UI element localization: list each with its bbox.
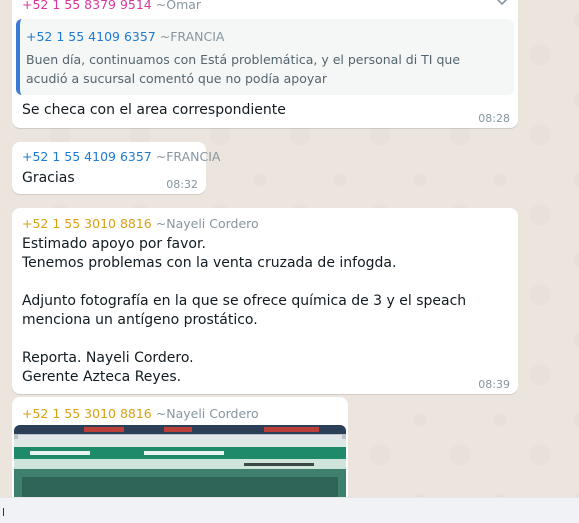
message-bubble[interactable]: +52 1 55 8379 9514 ~Omar +52 1 55 4109 63… xyxy=(12,0,518,128)
chevron-down-icon[interactable] xyxy=(496,0,508,8)
message-bubble[interactable]: +52 1 55 4109 6357 ~FRANCIA Gracias 08:32 xyxy=(12,142,220,194)
sender-phone[interactable]: +52 1 55 3010 8816 xyxy=(22,216,152,231)
sender-name: ~Nayeli Cordero xyxy=(155,216,259,231)
message-sender: +52 1 55 8379 9514 ~Omar xyxy=(22,0,201,13)
quoted-sender: +52 1 55 4109 6357 ~FRANCIA xyxy=(26,29,224,45)
quoted-phone: +52 1 55 4109 6357 xyxy=(26,29,156,44)
message-time: 08:32 xyxy=(166,178,198,191)
screen-photo-image xyxy=(14,425,346,497)
message-image[interactable] xyxy=(14,425,346,497)
quoted-text: Buen día, continuamos con Está problemát… xyxy=(26,52,461,86)
composer-bar[interactable] xyxy=(0,497,579,523)
sender-phone[interactable]: +52 1 55 8379 9514 xyxy=(22,0,152,12)
message-time: 08:28 xyxy=(478,112,510,125)
quoted-message[interactable]: +52 1 55 4109 6357 ~FRANCIA Buen día, con… xyxy=(16,19,514,95)
message-text: Se checa con el area correspondiente xyxy=(22,102,286,118)
message-sender: +52 1 55 3010 8816 ~Nayeli Cordero xyxy=(22,216,259,232)
sender-name: ~Omar xyxy=(155,0,202,12)
text-cursor xyxy=(3,508,4,516)
sender-name: ~FRANCIA xyxy=(155,149,221,164)
chat-panel: +52 1 55 8379 9514 ~Omar +52 1 55 4109 63… xyxy=(0,0,579,497)
sender-name: ~Nayeli Cordero xyxy=(155,406,259,421)
message-sender: +52 1 55 3010 8816 ~Nayeli Cordero xyxy=(22,406,259,422)
quoted-name: ~FRANCIA xyxy=(159,29,225,44)
sender-phone[interactable]: +52 1 55 4109 6357 xyxy=(22,149,152,164)
message-bubble[interactable]: +52 1 55 3010 8816 ~Nayeli Cordero xyxy=(12,397,348,497)
message-bubble[interactable]: +52 1 55 3010 8816 ~Nayeli Cordero Estima… xyxy=(12,208,518,394)
message-time: 08:39 xyxy=(478,378,510,391)
message-sender: +52 1 55 4109 6357 ~FRANCIA xyxy=(22,149,220,165)
sender-phone[interactable]: +52 1 55 3010 8816 xyxy=(22,406,152,421)
message-text: Gracias xyxy=(22,170,75,186)
message-text: Estimado apoyo por favor. Tenemos proble… xyxy=(22,236,467,385)
